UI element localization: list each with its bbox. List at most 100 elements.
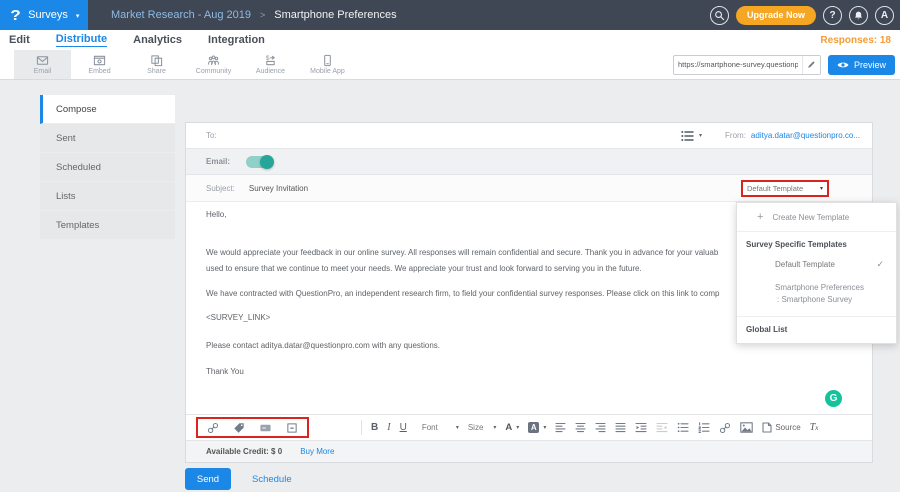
dropdown-option-smartphone-preferences[interactable]: Smartphone Preferences : Smartphone Surv… [737,275,896,311]
channel-community[interactable]: Community [185,50,242,79]
from-label: From: [725,131,746,140]
survey-url-input[interactable] [674,60,802,69]
tab-analytics[interactable]: Analytics [133,34,182,46]
grammarly-badge[interactable]: G [825,390,842,407]
subject-row: Subject: Survey Invitation Default Templ… [186,175,872,202]
tab-integration[interactable]: Integration [208,34,265,46]
avatar[interactable]: A [875,6,894,25]
channel-email[interactable]: Email [14,50,71,79]
available-credit-label: Available Credit: $ 0 [206,447,282,456]
text-color-a: A [505,422,512,433]
editor-toolbar: B I U Font ▾ Size ▾ A ▾ A ▾ [186,414,872,440]
outdent-icon[interactable] [656,422,668,433]
align-left-icon[interactable] [555,422,566,433]
preview-label: Preview [854,60,886,70]
remove-format-button[interactable]: Tx [810,422,819,433]
help-button[interactable]: ? [823,6,842,25]
bold-button[interactable]: B [371,422,378,433]
subject-value[interactable]: Survey Invitation [249,184,308,193]
align-justify-icon[interactable] [615,422,626,433]
dropdown-option-default-template[interactable]: Default Template ✓ [737,253,896,275]
sidebar-item-sent[interactable]: Sent [40,124,175,153]
create-new-template-label: Create New Template [772,213,849,222]
numbered-list-icon[interactable] [698,422,710,433]
survey-url-box [673,55,821,75]
recipient-list-controls: ▾ From: aditya.datar@questionpro.co... [681,130,860,142]
responses-count[interactable]: Responses: 18 [820,35,900,46]
breadcrumb-separator: > [260,10,265,20]
option-label: Smartphone Preferences [775,282,886,294]
italic-button[interactable]: I [387,422,390,433]
breadcrumb-current: Smartphone Preferences [274,9,396,21]
align-right-icon[interactable] [595,422,606,433]
indent-icon[interactable] [635,422,647,433]
from-wrap: From: aditya.datar@questionpro.co... [725,131,860,140]
template-dropdown-menu: + Create New Template Survey Specific Te… [736,202,897,344]
buy-more-link[interactable]: Buy More [300,447,334,456]
tab-edit[interactable]: Edit [9,34,30,46]
to-label: To: [206,131,217,140]
tab-distribute[interactable]: Distribute [56,33,107,47]
template-select-value: Default Template [747,184,820,193]
chevron-down-icon: ▾ [493,424,496,431]
chevron-down-icon: ▾ [76,12,80,20]
email-toggle[interactable] [246,156,273,168]
channel-audience[interactable]: $ Audience [242,50,299,79]
channel-mobile-app[interactable]: Mobile App [299,50,356,79]
preview-button[interactable]: Preview [828,55,895,75]
channel-embed[interactable]: Embed [71,50,128,79]
chevron-down-icon: ▾ [456,424,459,431]
channel-label: Mobile App [310,68,345,75]
edit-url-button[interactable] [802,56,820,74]
channel-label: Embed [88,68,110,75]
bg-color-button[interactable]: A ▾ [528,422,546,433]
bullet-list-icon[interactable] [677,422,689,433]
align-center-icon[interactable] [575,422,586,433]
notifications-button[interactable] [849,6,868,25]
remove-format-x: x [815,424,818,432]
email-label: Email: [206,157,230,166]
recipient-list-icon[interactable] [681,130,694,142]
topbar-actions: Upgrade Now ? A [710,6,900,25]
chevron-down-icon: ▾ [516,424,519,431]
sidebar-item-compose[interactable]: Compose [40,95,175,124]
text-color-button[interactable]: A ▾ [505,422,519,433]
breadcrumb-parent[interactable]: Market Research - Aug 2019 [111,9,251,21]
search-button[interactable] [710,6,729,25]
embed-box-icon[interactable] [286,422,298,434]
sidebar-item-scheduled[interactable]: Scheduled [40,153,175,182]
plus-icon: + [757,211,763,223]
dropdown-global-list[interactable]: Global List [737,317,896,343]
sidebar-item-templates[interactable]: Templates [40,211,175,240]
template-select[interactable]: Default Template ▾ [741,180,829,197]
send-button[interactable]: Send [185,468,231,490]
questionpro-logo-icon: ? [10,7,21,24]
grammarly-g-icon: G [830,393,838,404]
sidebar-item-lists[interactable]: Lists [40,182,175,211]
source-button[interactable]: Source [762,422,800,433]
schedule-link[interactable]: Schedule [252,474,292,485]
insert-link-icon[interactable] [207,422,219,434]
option-label: Default Template [775,260,835,269]
chevron-down-icon[interactable]: ▾ [699,132,702,139]
top-bar: ? Surveys ▾ Market Research - Aug 2019 >… [0,0,900,30]
option-label-line2: : Smartphone Survey [775,294,886,306]
upgrade-now-button[interactable]: Upgrade Now [736,6,816,25]
image-icon[interactable] [740,422,753,433]
from-email-link[interactable]: aditya.datar@questionpro.co... [751,131,860,140]
link-button-icon[interactable] [719,422,731,434]
underline-button[interactable]: U [400,422,407,433]
font-dropdown[interactable]: Font ▾ [422,423,459,432]
email-card-icon[interactable] [259,422,272,434]
surveys-menu[interactable]: ? Surveys ▾ [0,0,88,30]
toggle-knob [260,155,274,169]
bell-icon [853,10,864,21]
email-toggle-row: Email: [186,149,872,175]
create-new-template-item[interactable]: + Create New Template [737,203,896,232]
size-dropdown[interactable]: Size ▾ [468,423,497,432]
bg-color-a: A [528,422,539,433]
to-row: To: ▾ From: aditya.datar@questionpro.co.… [186,123,872,149]
channel-share[interactable]: Share [128,50,185,79]
merge-tag-icon[interactable] [233,422,245,434]
channel-label: Audience [256,68,285,75]
